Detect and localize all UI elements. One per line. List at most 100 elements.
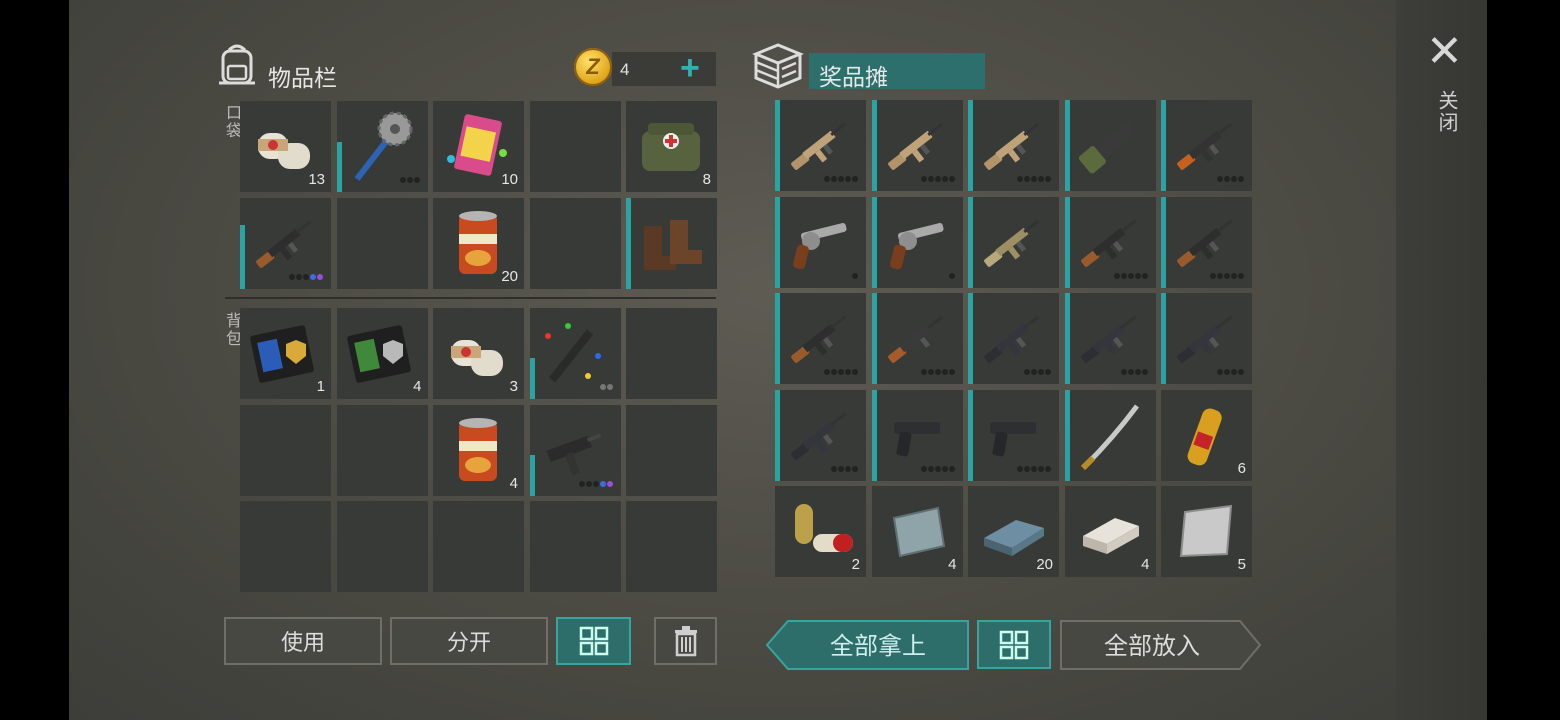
empty-slot[interactable] [433,501,524,592]
sort-grid-button[interactable] [556,617,631,665]
empty-slot[interactable] [336,501,428,592]
item-slot[interactable] [968,196,1059,288]
item-slot[interactable] [871,293,963,384]
put-all-label: 全部放入 [1104,632,1200,660]
quality-dot [1224,369,1230,375]
item-slot[interactable] [1064,293,1156,384]
item-slot[interactable] [626,197,717,289]
split-button[interactable]: 分开 [390,617,548,665]
item-slot[interactable] [775,196,866,288]
item-slot[interactable] [968,100,1059,191]
empty-slot[interactable] [529,501,621,592]
quality-dot [948,272,955,279]
item-quantity: 13 [308,171,325,188]
item-slot[interactable] [529,308,621,399]
item-quality-dots [288,273,323,282]
add-currency-button[interactable]: + [680,49,700,87]
quality-dot [1017,176,1023,182]
quality-dot [413,177,420,183]
item-slot[interactable] [775,293,866,384]
item-slot[interactable] [968,293,1059,384]
item-slot[interactable]: 6 [1161,389,1252,481]
empty-slot[interactable] [336,404,428,496]
empty-slot[interactable] [626,404,717,496]
use-button[interactable]: 使用 [224,617,382,665]
durability-bar [775,389,780,481]
item-slot[interactable]: 1 [240,308,331,399]
item-slot[interactable] [1064,389,1156,481]
currency-amount: 4 [620,60,630,79]
sort-loot-button[interactable] [977,620,1051,669]
item-quality-dots [920,368,955,377]
quality-dot [1024,465,1030,472]
item-quality-dots [399,176,420,185]
item-slot[interactable]: 5 [1161,486,1252,577]
quality-dot [1224,176,1230,182]
item-slot[interactable]: 4 [433,404,524,496]
quality-dot [289,273,295,280]
item-slot[interactable]: 3 [433,308,524,399]
item-quality-dots [1209,272,1244,281]
durability-bar [1161,100,1166,191]
item-slot[interactable]: 8 [626,101,717,192]
empty-slot[interactable] [626,308,717,399]
quality-dot [920,176,927,182]
item-quality-dots [1216,368,1244,377]
item-quality-dots [599,383,613,392]
item-slot[interactable] [1161,100,1252,191]
quality-dot [1024,176,1030,182]
discard-button[interactable] [654,617,717,665]
quality-dot [838,369,844,375]
item-slot[interactable] [775,100,866,191]
item-quantity: 20 [1036,556,1053,573]
item-slot[interactable]: 20 [433,197,524,289]
quality-dot [831,465,837,472]
durability-bar [1064,389,1070,481]
empty-slot[interactable] [529,101,621,192]
empty-slot[interactable] [240,501,331,592]
crate-stack-icon [752,43,804,89]
item-slot[interactable] [529,404,621,496]
quality-dot [927,465,934,472]
empty-slot[interactable] [240,404,331,496]
durability-bar [871,196,877,288]
quality-dot [1038,465,1044,472]
empty-slot[interactable] [626,501,717,592]
item-quantity: 10 [501,171,518,188]
item-quantity: 5 [1237,556,1246,573]
item-slot[interactable] [336,101,428,192]
quality-dot [852,369,858,375]
item-slot[interactable]: 2 [775,486,866,577]
item-slot[interactable]: 4 [871,486,963,577]
item-slot[interactable] [775,389,866,481]
put-all-button[interactable]: 全部放入 [1060,620,1262,670]
item-slot[interactable]: 13 [240,101,331,192]
loot-grid: 6 2 4 20 4 5 [775,100,1252,592]
item-slot[interactable] [1161,293,1252,384]
item-quantity: 4 [413,378,422,395]
durability-bar [968,293,973,384]
item-slot[interactable] [1064,100,1156,191]
item-slot[interactable]: 20 [968,486,1059,577]
empty-slot[interactable] [336,197,428,289]
quality-dot [592,480,599,487]
empty-slot[interactable] [529,197,621,289]
item-slot[interactable] [871,389,963,481]
item-slot[interactable] [968,389,1059,481]
item-slot[interactable] [1161,196,1252,288]
item-slot[interactable] [1064,196,1156,288]
item-slot[interactable]: 4 [1064,486,1156,577]
close-label[interactable]: 关闭 [1432,90,1461,134]
take-all-button[interactable]: 全部拿上 [766,620,970,670]
item-slot[interactable]: 10 [433,101,524,192]
item-slot[interactable] [871,100,963,191]
item-slot[interactable]: 4 [336,308,428,399]
quality-dot [824,369,830,375]
item-quality-dots [851,272,858,281]
quality-dot [1141,369,1148,375]
item-slot[interactable] [240,197,331,289]
inventory-title: 物品栏 [268,65,337,91]
item-slot[interactable] [871,196,963,288]
quality-dot [1038,369,1044,375]
close-icon[interactable]: ✕ [1426,30,1463,74]
